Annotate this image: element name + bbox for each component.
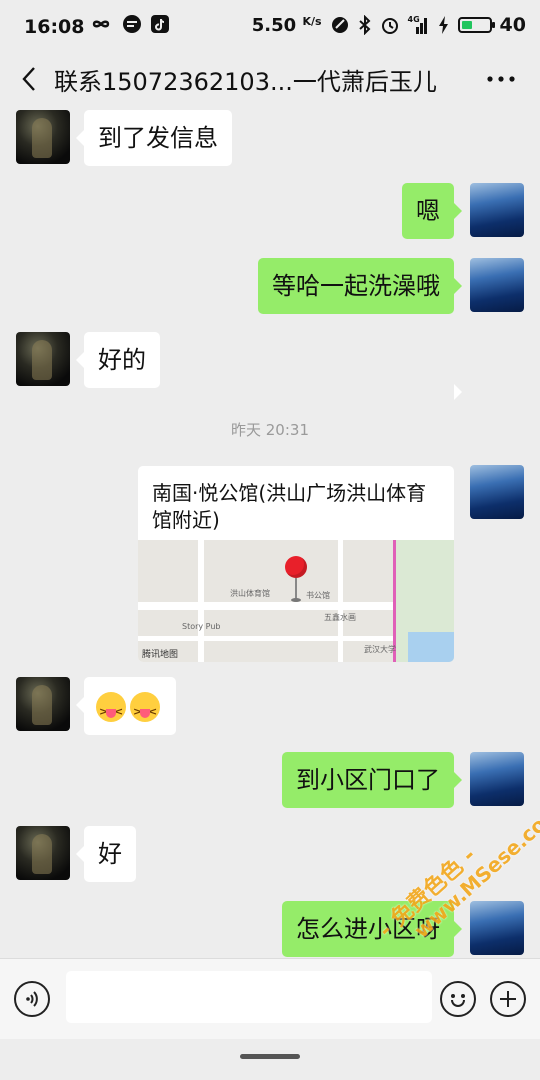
net-speed: 5.50 K/s <box>252 15 322 36</box>
message-input[interactable] <box>66 971 432 1023</box>
message-bubble-emoji[interactable] <box>76 677 176 735</box>
location-card[interactable]: 南国·悦公馆(洪山广场洪山体育馆附近) 洪山体育馆 书公馆 五鑫水画 Story… <box>138 466 454 662</box>
net-speed-value: 5.50 <box>251 14 297 36</box>
back-button[interactable] <box>14 62 44 96</box>
bluetooth-icon <box>358 15 371 35</box>
chevron-left-icon <box>22 67 35 91</box>
status-notification-icons <box>88 14 170 34</box>
map-label: 洪山体育馆 <box>230 589 270 598</box>
signal-icon: 4G <box>408 15 430 35</box>
voice-button[interactable] <box>14 981 50 1017</box>
home-indicator[interactable] <box>240 1054 300 1059</box>
more-button[interactable] <box>484 64 518 94</box>
more-dots-icon <box>487 76 515 82</box>
contact-avatar[interactable] <box>16 332 70 386</box>
plus-button[interactable] <box>490 981 526 1017</box>
hotspot-icon <box>331 17 348 33</box>
contact-avatar[interactable] <box>16 110 70 164</box>
infinity-icon <box>92 20 110 28</box>
charging-icon <box>438 16 448 34</box>
battery-fill <box>461 21 472 29</box>
location-title: 南国·悦公馆(洪山广场洪山体育馆附近) <box>152 481 427 532</box>
map-water <box>408 632 454 662</box>
map-pin-base <box>291 598 301 602</box>
tiktok-icon <box>151 15 169 33</box>
location-map: 洪山体育馆 书公馆 五鑫水画 Story Pub 武汉大学 腾讯地图 <box>138 540 454 662</box>
message-icon <box>123 15 141 33</box>
message-list[interactable]: 到了发信息 嗯 等哈一起洗澡哦 好的 昨天 20:31 南国·悦公馆(洪山广场洪… <box>0 102 540 958</box>
map-pin-stem <box>295 578 297 600</box>
net-speed-unit: K/s <box>302 14 322 28</box>
squinting-tongue-emoji-icon <box>130 692 160 728</box>
location-card-tail <box>454 384 462 400</box>
squinting-tongue-emoji-icon <box>96 692 126 728</box>
my-avatar[interactable] <box>470 258 524 312</box>
alarm-icon <box>381 18 398 34</box>
map-road <box>338 540 343 662</box>
status-time: 16:08 <box>24 16 85 38</box>
map-road <box>198 540 204 662</box>
message-bubble-outgoing[interactable]: 等哈一起洗澡哦 <box>258 258 462 314</box>
message-bubble-outgoing[interactable]: 嗯 <box>402 183 462 239</box>
battery-percent: 40 <box>499 14 526 36</box>
map-label: 书公馆 <box>306 591 330 600</box>
map-pin-icon <box>285 556 307 578</box>
my-avatar[interactable] <box>470 465 524 519</box>
battery-icon <box>457 17 495 33</box>
voice-icon <box>26 991 38 1007</box>
chat-header: 联系15072362103...一代萧后玉儿 <box>0 56 540 102</box>
message-bubble-outgoing[interactable]: 到小区门口了 <box>282 752 462 808</box>
my-avatar[interactable] <box>470 901 524 955</box>
chat-title: 联系15072362103...一代萧后玉儿 <box>54 68 437 96</box>
emoji-icon <box>451 1000 465 1007</box>
message-bubble-incoming[interactable]: 好的 <box>76 332 160 388</box>
input-bar <box>0 958 540 1039</box>
status-bar: 16:08 5.50 K/s 4G 40 <box>0 0 540 56</box>
message-bubble-incoming[interactable]: 到了发信息 <box>76 110 232 166</box>
emoji-button[interactable] <box>440 981 476 1017</box>
contact-avatar[interactable] <box>16 826 70 880</box>
map-label: 五鑫水画 <box>324 613 356 622</box>
my-avatar[interactable] <box>470 183 524 237</box>
map-label: 武汉大学 <box>364 645 396 654</box>
map-provider-logo: 腾讯地图 <box>142 650 179 660</box>
message-timestamp: 昨天 20:31 <box>231 421 309 439</box>
message-bubble-incoming[interactable]: 好 <box>76 826 136 882</box>
contact-avatar[interactable] <box>16 677 70 731</box>
map-label: Story Pub <box>182 622 221 631</box>
status-system-icons: 5.50 K/s 4G 40 <box>252 14 526 36</box>
